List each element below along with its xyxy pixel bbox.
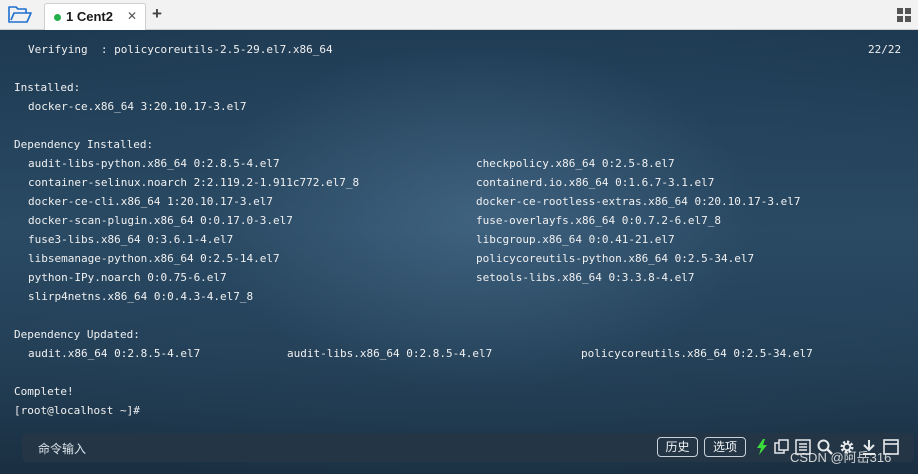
grid-icon[interactable] bbox=[897, 8, 911, 22]
dependency-installed-item: setools-libs.x86_64 0:3.3.8-4.el7 bbox=[476, 271, 695, 284]
dependency-installed-item: fuse3-libs.x86_64 0:3.6.1-4.el7 bbox=[28, 233, 234, 246]
dependency-updated-item: audit.x86_64 0:2.8.5-4.el7 bbox=[28, 347, 201, 360]
close-icon[interactable]: ✕ bbox=[127, 9, 137, 23]
dependency-installed-item: checkpolicy.x86_64 0:2.5-8.el7 bbox=[476, 157, 675, 170]
folder-open-icon[interactable] bbox=[8, 5, 32, 25]
command-input-label[interactable]: 命令输入 bbox=[38, 440, 86, 457]
complete-message: Complete! bbox=[14, 385, 74, 398]
verify-line: Verifying : policycoreutils-2.5-29.el7.x… bbox=[28, 43, 333, 56]
connection-status-dot bbox=[54, 14, 61, 21]
tab-cent2[interactable]: 1 Cent2 ✕ bbox=[44, 3, 146, 30]
new-tab-button[interactable]: + bbox=[152, 4, 162, 24]
dependency-installed-item: fuse-overlayfs.x86_64 0:0.7.2-6.el7_8 bbox=[476, 214, 722, 227]
history-button[interactable]: 历史 bbox=[657, 437, 698, 457]
shell-prompt: [root@localhost ~]# bbox=[14, 404, 140, 417]
installed-header: Installed: bbox=[14, 81, 81, 94]
dependency-installed-item: libsemanage-python.x86_64 0:2.5-14.el7 bbox=[28, 252, 280, 265]
dependency-updated-item: audit-libs.x86_64 0:2.8.5-4.el7 bbox=[287, 347, 493, 360]
dependency-updated-item: policycoreutils.x86_64 0:2.5-34.el7 bbox=[581, 347, 813, 360]
dependency-installed-item: audit-libs-python.x86_64 0:2.8.5-4.el7 bbox=[28, 157, 280, 170]
installed-item: docker-ce.x86_64 3:20.10.17-3.el7 bbox=[28, 100, 247, 113]
dependency-installed-header: Dependency Installed: bbox=[14, 138, 154, 151]
dependency-installed-item: containerd.io.x86_64 0:1.6.7-3.1.el7 bbox=[476, 176, 715, 189]
dependency-installed-item: docker-ce-rootless-extras.x86_64 0:20.10… bbox=[476, 195, 801, 208]
dependency-installed-item: python-IPy.noarch 0:0.75-6.el7 bbox=[28, 271, 227, 284]
dependency-installed-item: docker-scan-plugin.x86_64 0:0.17.0-3.el7 bbox=[28, 214, 293, 227]
verify-count: 22/22 bbox=[868, 43, 902, 56]
options-button[interactable]: 选项 bbox=[704, 437, 746, 457]
dependency-installed-item: slirp4netns.x86_64 0:0.4.3-4.el7_8 bbox=[28, 290, 254, 303]
dependency-installed-item: libcgroup.x86_64 0:0.41-21.el7 bbox=[476, 233, 675, 246]
dependency-installed-item: container-selinux.noarch 2:2.119.2-1.911… bbox=[28, 176, 360, 189]
tab-bar: 1 Cent2 ✕ + bbox=[0, 0, 918, 30]
tab-title: 1 Cent2 bbox=[66, 9, 113, 24]
terminal-output[interactable]: Verifying : policycoreutils-2.5-29.el7.x… bbox=[0, 30, 918, 474]
dependency-installed-item: policycoreutils-python.x86_64 0:2.5-34.e… bbox=[476, 252, 755, 265]
watermark: CSDN @阿岳316 bbox=[790, 450, 892, 465]
dependency-installed-item: docker-ce-cli.x86_64 1:20.10.17-3.el7 bbox=[28, 195, 274, 208]
command-input-bar[interactable]: 命令输入 历史 选项 bbox=[22, 433, 914, 462]
dependency-updated-header: Dependency Updated: bbox=[14, 328, 140, 341]
lightning-icon[interactable] bbox=[754, 439, 770, 455]
copy-icon[interactable] bbox=[774, 439, 790, 455]
